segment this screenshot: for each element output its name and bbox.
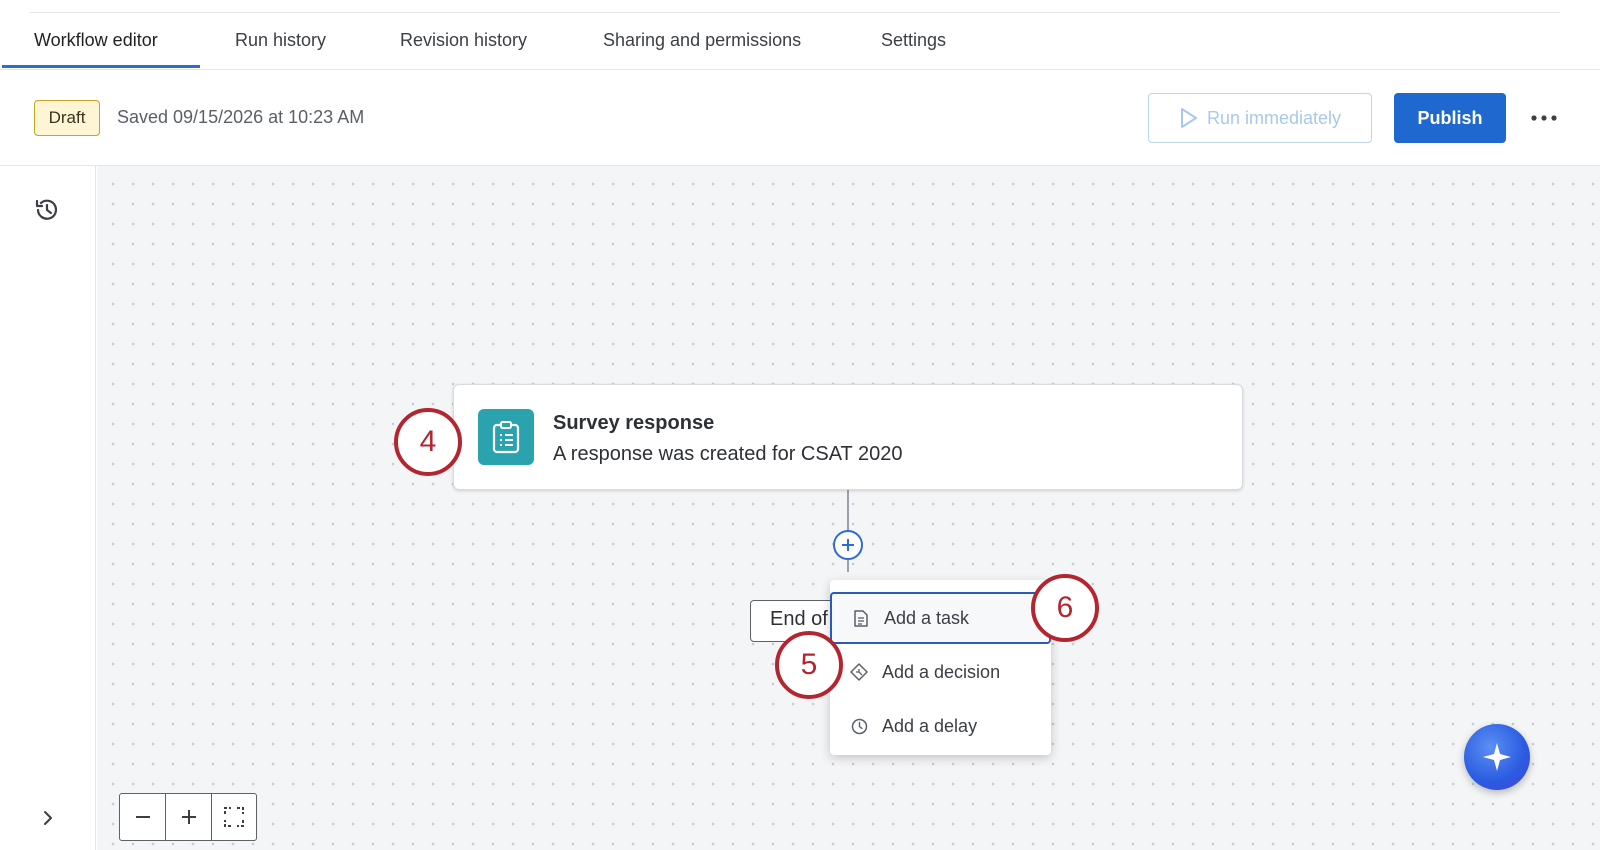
zoom-controls — [119, 793, 257, 841]
trigger-description: A response was created for CSAT 2020 — [553, 443, 903, 465]
sparkle-icon — [1483, 743, 1511, 771]
tab-workflow-editor[interactable]: Workflow editor — [34, 30, 158, 51]
add-step-menu: Add a task Add a decision Add a delay — [830, 580, 1051, 755]
menu-item-add-delay[interactable]: Add a delay — [830, 700, 1051, 752]
trigger-card[interactable]: Survey response A response was created f… — [453, 384, 1243, 490]
chevron-right-icon[interactable] — [38, 808, 58, 828]
callout-badge-5: 5 — [775, 631, 843, 699]
tab-sharing-and-permissions[interactable]: Sharing and permissions — [603, 30, 801, 51]
tab-settings[interactable]: Settings — [881, 30, 946, 51]
callout-badge-6: 6 — [1031, 574, 1099, 642]
menu-item-label: Add a task — [884, 607, 970, 628]
clipboard-icon — [478, 409, 534, 465]
tab-bar: Workflow editor Run history Revision his… — [0, 14, 1600, 70]
task-icon — [852, 609, 870, 627]
callout-badge-4: 4 — [394, 408, 462, 476]
run-immediately-label: Run immediately — [1206, 107, 1342, 128]
more-horizontal-icon[interactable] — [1526, 100, 1562, 136]
decision-icon — [850, 663, 868, 681]
active-tab-indicator — [2, 65, 200, 68]
left-rail — [0, 166, 96, 850]
plus-icon — [181, 810, 196, 824]
trigger-title: Survey response — [553, 412, 715, 434]
play-icon — [1180, 108, 1197, 128]
top-divider — [30, 12, 1560, 13]
workflow-toolbar: Draft Saved 09/15/2026 at 10:23 AM Run i… — [0, 70, 1600, 166]
clock-icon — [850, 717, 868, 735]
menu-item-add-decision[interactable]: Add a decision — [830, 646, 1051, 698]
status-badge: Draft — [34, 100, 100, 136]
zoom-in-button[interactable] — [165, 794, 210, 840]
history-icon[interactable] — [33, 196, 61, 224]
run-immediately-button[interactable]: Run immediately — [1148, 93, 1372, 143]
ai-assistant-button[interactable] — [1464, 724, 1530, 790]
minus-icon — [135, 816, 150, 818]
plus-icon — [842, 539, 854, 551]
menu-item-label: Add a delay — [882, 715, 978, 736]
menu-item-add-task[interactable]: Add a task — [830, 592, 1051, 644]
fullscreen-icon — [223, 807, 244, 827]
publish-button[interactable]: Publish — [1394, 93, 1506, 143]
fit-to-screen-button[interactable] — [210, 794, 256, 840]
tab-revision-history[interactable]: Revision history — [400, 30, 527, 51]
menu-item-label: Add a decision — [882, 661, 1001, 682]
add-step-button[interactable] — [833, 530, 863, 560]
tab-run-history[interactable]: Run history — [235, 30, 326, 51]
saved-timestamp: Saved 09/15/2026 at 10:23 AM — [117, 107, 365, 127]
zoom-out-button[interactable] — [120, 794, 165, 840]
